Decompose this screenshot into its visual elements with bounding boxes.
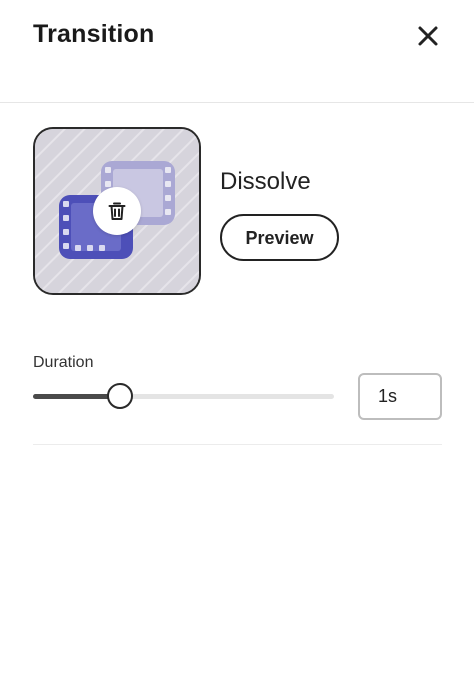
close-icon xyxy=(418,26,438,46)
duration-slider[interactable] xyxy=(33,380,334,412)
slider-handle[interactable] xyxy=(107,383,133,409)
trash-icon xyxy=(108,202,126,220)
duration-label: Duration xyxy=(33,354,94,371)
close-button[interactable] xyxy=(414,22,442,50)
panel-header: Transition xyxy=(0,0,474,103)
transition-thumbnail[interactable] xyxy=(33,127,201,295)
transition-name: Dissolve xyxy=(220,168,311,195)
divider xyxy=(33,444,442,445)
duration-input[interactable] xyxy=(358,373,442,420)
preview-button[interactable]: Preview xyxy=(220,214,339,261)
panel-title: Transition xyxy=(33,20,155,48)
delete-transition-button[interactable] xyxy=(93,187,141,235)
